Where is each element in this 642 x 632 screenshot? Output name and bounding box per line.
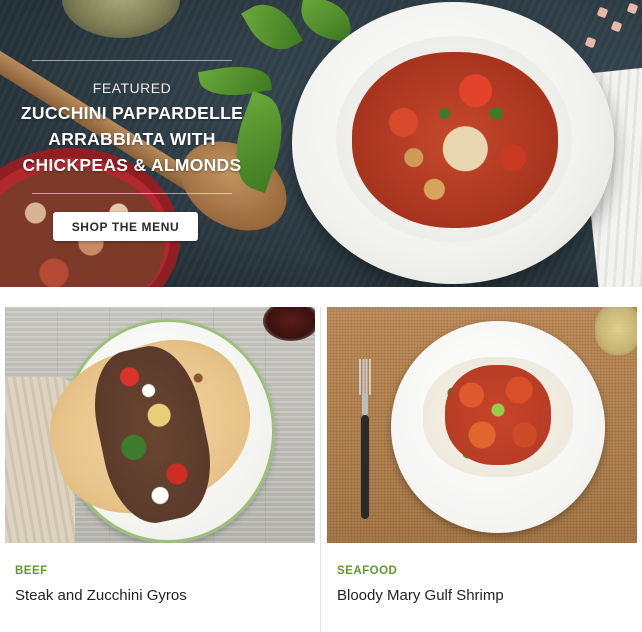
hero-title: ZUCCHINI PAPPARDELLE ARRABBIATA WITH CHI… xyxy=(14,100,250,178)
recipe-card-bloody-mary-gulf-shrimp[interactable]: SEAFOOD Bloody Mary Gulf Shrimp xyxy=(327,307,637,632)
zucchini-pappardelle-dish-image xyxy=(352,52,558,228)
fork-image xyxy=(359,359,371,519)
featured-hero-banner[interactable]: FEATURED ZUCCHINI PAPPARDELLE ARRABBIATA… xyxy=(0,0,642,287)
hero-text-block: FEATURED ZUCCHINI PAPPARDELLE ARRABBIATA… xyxy=(14,60,250,194)
recipe-image-shrimp[interactable] xyxy=(327,307,637,543)
section-gap xyxy=(0,287,642,307)
hero-title-line-1: ZUCCHINI PAPPARDELLE xyxy=(20,103,244,123)
hero-eyebrow: FEATURED xyxy=(92,80,172,96)
recipe-title[interactable]: Steak and Zucchini Gyros xyxy=(15,587,315,604)
card-divider xyxy=(320,307,321,632)
recipe-image-gyros[interactable] xyxy=(5,307,315,543)
shrimp-image xyxy=(445,365,551,465)
fork-tines xyxy=(359,359,371,395)
recipe-category-label: SEAFOOD xyxy=(337,565,398,577)
hero-bottom-rule xyxy=(32,193,232,194)
fork-neck xyxy=(362,393,368,415)
fork-handle xyxy=(361,415,369,519)
recipe-title[interactable]: Bloody Mary Gulf Shrimp xyxy=(337,587,637,604)
recipe-category-label: BEEF xyxy=(15,565,48,577)
shop-the-menu-button[interactable]: SHOP THE MENU xyxy=(53,212,198,241)
recipe-card-steak-zucchini-gyros[interactable]: BEEF Steak and Zucchini Gyros xyxy=(5,307,315,632)
hero-title-line-3: CHICKPEAS & ALMONDS xyxy=(22,155,242,175)
hero-title-line-2: ARRABBIATA WITH xyxy=(48,129,216,149)
wine-glass-image xyxy=(595,307,637,355)
hero-top-rule xyxy=(32,60,232,61)
